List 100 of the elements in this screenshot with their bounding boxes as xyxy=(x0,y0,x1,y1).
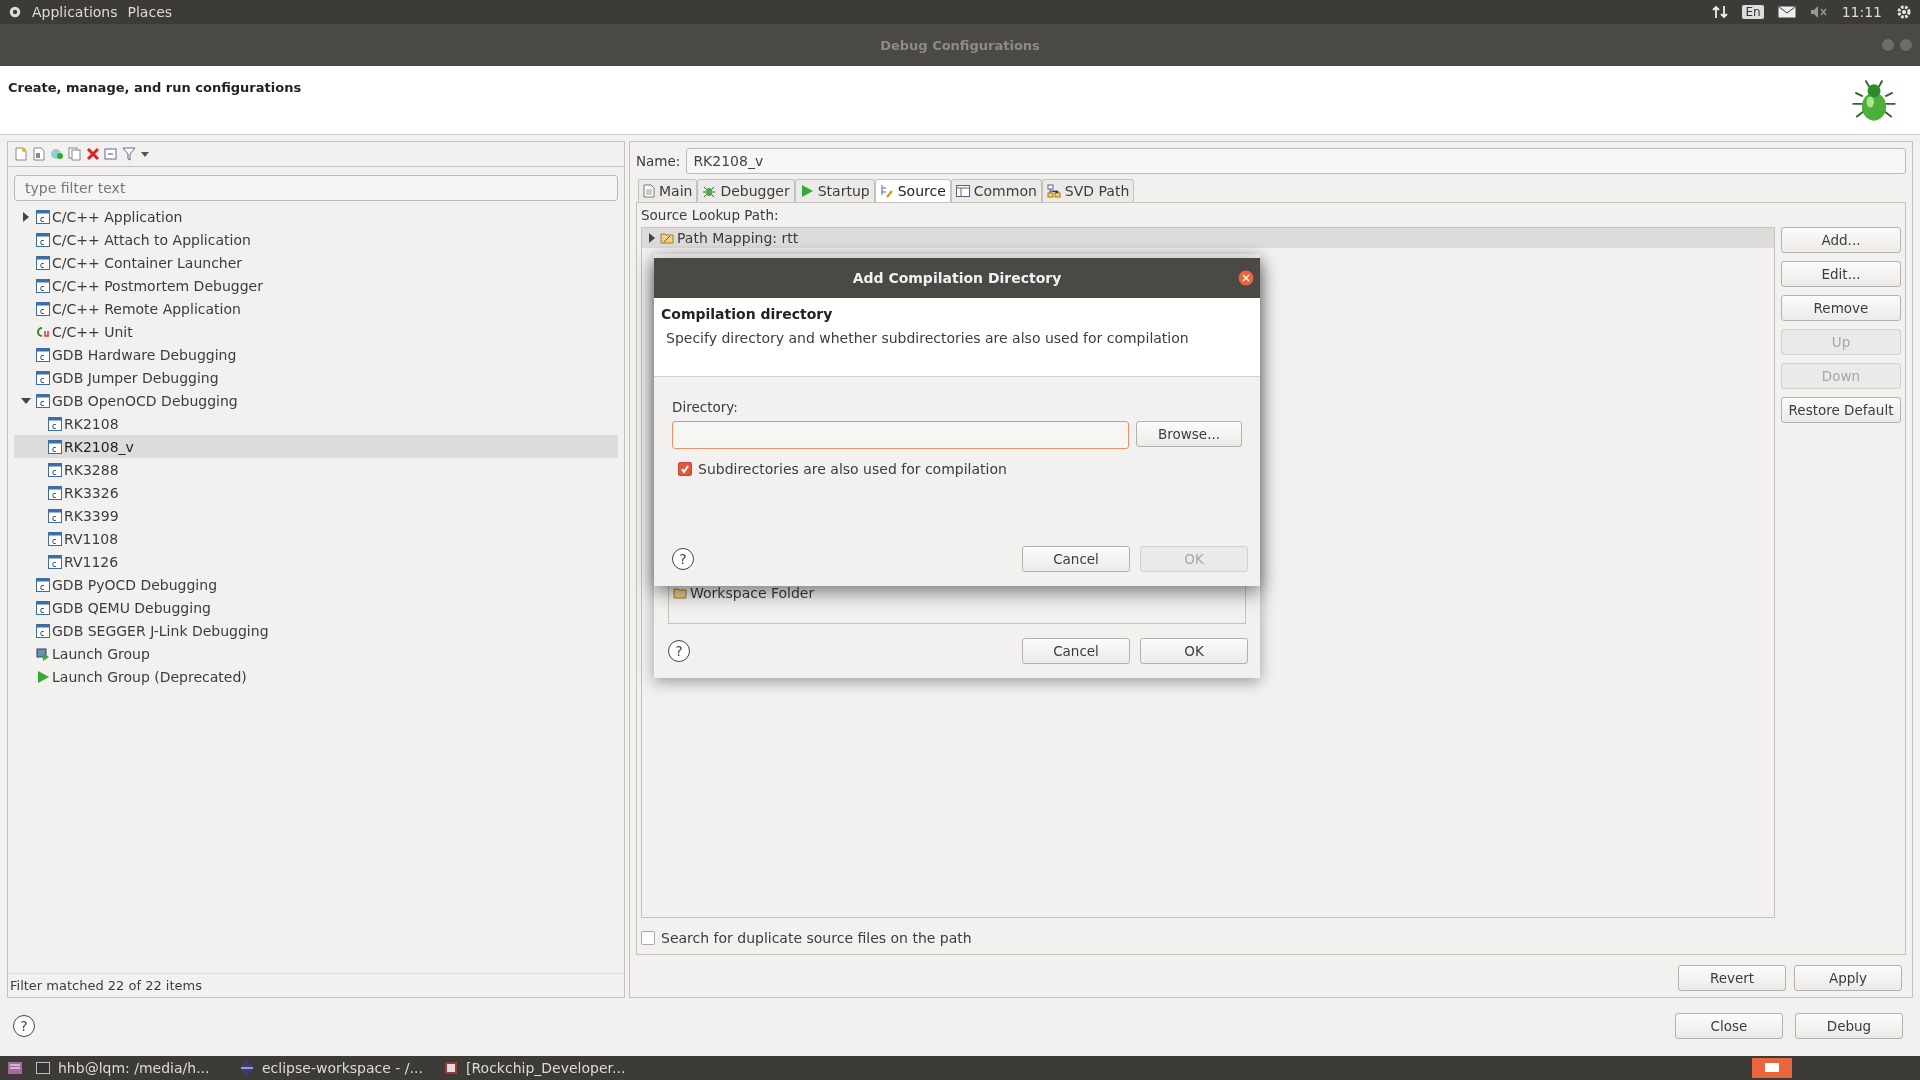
side-button[interactable]: Restore Default xyxy=(1781,397,1901,423)
tree-item[interactable]: c GDB Jumper Debugging xyxy=(14,366,618,389)
close-icon[interactable] xyxy=(1238,270,1254,286)
tree-item[interactable]: c RK2108_v xyxy=(14,435,618,458)
list-item[interactable]: Workspace Folder xyxy=(669,585,1245,601)
dialog-button[interactable]: OK xyxy=(1140,638,1248,664)
c-file-icon: c xyxy=(48,508,62,523)
tab[interactable]: Debugger xyxy=(697,179,795,202)
panel-menu[interactable]: Places xyxy=(127,4,173,20)
c-file-icon: c xyxy=(36,370,50,385)
dialog-button[interactable]: Cancel xyxy=(1022,546,1130,572)
side-button[interactable]: Add... xyxy=(1781,227,1901,253)
expander-icon[interactable] xyxy=(21,211,31,222)
unit-test-icon xyxy=(36,324,50,339)
side-button[interactable]: Remove xyxy=(1781,295,1901,321)
tree-item-label: RK3399 xyxy=(64,507,119,524)
collapse-all-icon[interactable] xyxy=(104,147,118,161)
tab[interactable]: Source xyxy=(874,179,951,202)
c-file-icon: c xyxy=(36,393,50,408)
dialog-heading: Compilation directory xyxy=(661,306,834,322)
action-button[interactable]: Revert xyxy=(1678,965,1786,991)
envelope-icon[interactable] xyxy=(1777,6,1796,18)
directory-label: Directory: xyxy=(672,399,739,415)
tree-item-label: C/C++ Attach to Application xyxy=(52,231,251,248)
taskbar-item[interactable]: eclipse-workspace - /... xyxy=(240,1060,430,1076)
dialog-button[interactable]: Cancel xyxy=(1022,638,1130,664)
dropdown-caret-icon[interactable] xyxy=(140,149,150,159)
help-button[interactable]: ? xyxy=(672,548,694,570)
name-field[interactable]: RK2108_v xyxy=(686,148,1906,174)
taskbar-item[interactable]: [Rockchip_Developer... xyxy=(444,1060,634,1076)
tree-item-label: GDB Jumper Debugging xyxy=(52,369,219,386)
folder-icon xyxy=(660,231,674,245)
tree-item[interactable]: C/C++ Unit xyxy=(14,320,618,343)
side-button[interactable]: Edit... xyxy=(1781,261,1901,287)
workspace-icon[interactable] xyxy=(8,1062,22,1074)
checkbox[interactable] xyxy=(641,931,655,945)
tree-item[interactable]: c GDB PyOCD Debugging xyxy=(14,573,618,596)
taskbar-item[interactable]: hhb@lqm: /media/h... xyxy=(36,1060,226,1076)
tree-item[interactable]: c RV1126 xyxy=(14,550,618,573)
c-file-icon: c xyxy=(36,232,50,247)
expander-icon[interactable] xyxy=(21,395,31,406)
tree-item-label: RK2108 xyxy=(64,415,119,432)
tree-item-label: GDB SEGGER J-Link Debugging xyxy=(52,622,269,639)
dialog-button[interactable]: Close xyxy=(1675,1013,1783,1039)
source-tree-icon xyxy=(879,184,894,198)
tree-item[interactable]: c GDB Hardware Debugging xyxy=(14,343,618,366)
help-button[interactable]: ? xyxy=(668,640,690,662)
tab[interactable]: SVD Path xyxy=(1041,179,1135,202)
tree-item[interactable]: c RK2108 xyxy=(14,412,618,435)
speaker-muted-icon[interactable] xyxy=(1809,5,1828,19)
tab[interactable]: Common xyxy=(950,179,1042,202)
c-file-icon: c xyxy=(48,554,62,569)
tree-item[interactable]: Launch Group (Deprecated) xyxy=(14,665,618,688)
clock-text[interactable]: 11:11 xyxy=(1841,4,1882,20)
panel-menu[interactable]: Applications xyxy=(32,4,118,20)
keyboard-indicator[interactable]: En xyxy=(1742,5,1764,19)
action-button[interactable]: Apply xyxy=(1794,965,1902,991)
tree-item[interactable]: Launch Group xyxy=(14,642,618,665)
tab[interactable]: Main xyxy=(638,179,698,202)
desktop-icon[interactable] xyxy=(1752,1058,1792,1078)
duplicate-icon[interactable] xyxy=(68,147,82,161)
tree-item[interactable]: c GDB SEGGER J-Link Debugging xyxy=(14,619,618,642)
tree-item[interactable]: c C/C++ Application xyxy=(14,205,618,228)
help-button[interactable]: ? xyxy=(13,1015,35,1037)
tree-item[interactable]: c C/C++ Remote Application xyxy=(14,297,618,320)
c-file-icon: c xyxy=(36,600,50,615)
expander-icon[interactable] xyxy=(647,233,657,243)
tree-item[interactable]: c RV1108 xyxy=(14,527,618,550)
directory-field[interactable] xyxy=(672,421,1129,449)
tree-item[interactable]: c C/C++ Attach to Application xyxy=(14,228,618,251)
filter-status: Filter matched 22 of 22 items xyxy=(8,973,624,997)
tree-item[interactable]: c RK3288 xyxy=(14,458,618,481)
tree-item[interactable]: c GDB OpenOCD Debugging xyxy=(14,389,618,412)
delete-icon[interactable] xyxy=(86,147,100,161)
page-icon xyxy=(643,184,655,198)
tree-item[interactable]: c GDB QEMU Debugging xyxy=(14,596,618,619)
checkbox[interactable] xyxy=(678,462,692,476)
list-item-label: Path Mapping: rtt xyxy=(677,230,799,246)
terminal-icon xyxy=(36,1062,50,1074)
browse-button[interactable]: Browse... xyxy=(1136,421,1242,447)
tree-item[interactable]: c RK3326 xyxy=(14,481,618,504)
dialog-title: Add Compilation Directory xyxy=(852,270,1062,286)
filter-field[interactable]: type filter text xyxy=(14,175,618,201)
tree-item[interactable]: c RK3399 xyxy=(14,504,618,527)
filter-icon[interactable] xyxy=(122,147,136,161)
document-icon xyxy=(444,1061,458,1075)
network-arrows-icon[interactable] xyxy=(1712,4,1729,20)
checkbox-label: Search for duplicate source files on the path xyxy=(661,930,972,946)
tab[interactable]: Startup xyxy=(794,179,875,202)
tree-item-label: RV1126 xyxy=(64,553,119,570)
tree-item-label: Launch Group (Deprecated) xyxy=(52,668,247,685)
tree-item-label: GDB OpenOCD Debugging xyxy=(52,392,238,409)
list-item[interactable]: Path Mapping: rtt xyxy=(642,228,1774,248)
dialog-button[interactable]: Debug xyxy=(1795,1013,1903,1039)
tree-item-label: Launch Group xyxy=(52,645,150,662)
c-file-icon: c xyxy=(36,347,50,362)
circle-icon xyxy=(240,1061,254,1075)
tree-item[interactable]: c C/C++ Container Launcher xyxy=(14,251,618,274)
c-file-icon: c xyxy=(48,531,62,546)
tree-item[interactable]: c C/C++ Postmortem Debugger xyxy=(14,274,618,297)
